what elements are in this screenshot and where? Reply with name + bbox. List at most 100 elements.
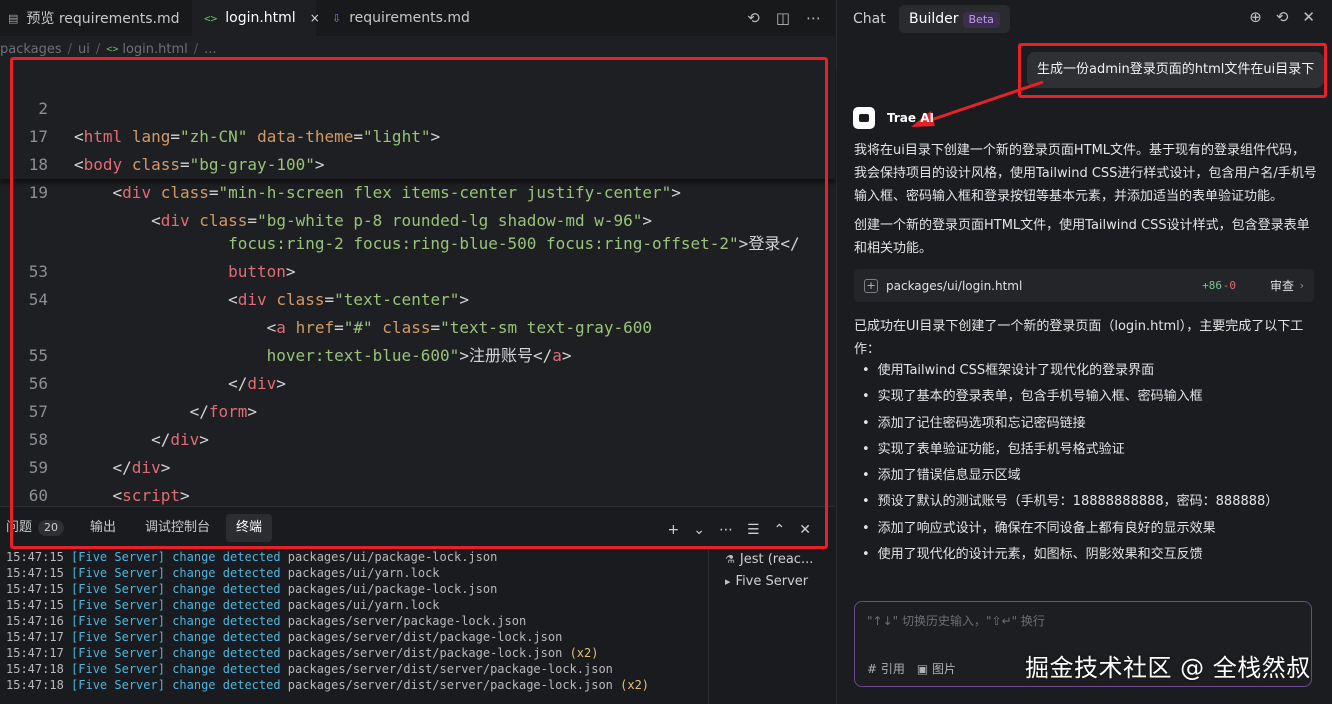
chat-input-placeholder: "↑↓" 切换历史输入，"⇧↵" 换行 xyxy=(867,614,1045,628)
history-icon[interactable]: ⟲ xyxy=(1276,8,1289,26)
tab-requirements-md[interactable]: ⇩ requirements.md xyxy=(332,0,470,36)
terminal-item-five-server[interactable]: ▸ Five Server xyxy=(725,571,835,593)
list-item: 添加了响应式设计，确保在不同设备上都有良好的显示效果 xyxy=(862,516,1322,542)
close-icon[interactable]: × xyxy=(310,11,320,25)
sticky-scroll: 2 <html lang="zh-CN" data-theme="light">… xyxy=(0,67,835,230)
list-item: 添加了错误信息显示区域 xyxy=(862,463,1322,489)
terminal-line: 15:47:15 [Five Server] change detected p… xyxy=(6,598,440,612)
html-icon: <> xyxy=(204,11,218,25)
list-item: 预设了默认的测试账号（手机号：18888888888，密码：888888） xyxy=(862,489,1322,515)
html-icon: <> xyxy=(106,43,119,55)
tab-preview-requirements[interactable]: ▤ 预览 requirements.md xyxy=(8,0,180,36)
breadcrumb-item[interactable]: ui xyxy=(78,42,90,57)
breadcrumb: packages / ui / <> login.html / ... xyxy=(0,41,217,57)
tab-output[interactable]: 输出 xyxy=(90,514,116,542)
watermark: 掘金技术社区 @ 全栈然叔 xyxy=(1025,654,1311,682)
terminal-line: 15:47:15 [Five Server] change detected p… xyxy=(6,550,498,564)
terminal-item-jest[interactable]: ⚗ Jest (reac... xyxy=(725,549,835,571)
code-line: 2 <html lang="zh-CN" data-theme="light"> xyxy=(38,99,441,146)
code-line: 55 </div> xyxy=(28,346,286,393)
terminal-output[interactable]: 15:47:15 [Five Server] change detected p… xyxy=(6,549,706,693)
markdown-icon: ⇩ xyxy=(332,11,342,25)
summary-list: 使用Tailwind CSS框架设计了现代化的登录界面 实现了基本的登录表单，包… xyxy=(862,358,1322,568)
file-icon: ▤ xyxy=(8,11,19,25)
ai-avatar xyxy=(853,107,875,129)
add-terminal-icon[interactable]: + xyxy=(668,522,680,538)
terminal-line: 15:47:15 [Five Server] change detected p… xyxy=(6,582,498,596)
code-line: 17 <body class="bg-gray-100"> xyxy=(28,127,325,174)
terminal-list: ⚗ Jest (reac... ▸ Five Server xyxy=(708,549,835,704)
bottom-panel: 问题 20 输出 调试控制台 终端 + ⌄ ⋯ ☰ ⌃ ✕ 15:47:15 [F… xyxy=(0,506,835,704)
terminal-icon: ▸ xyxy=(725,575,731,588)
maximize-icon[interactable]: ⌃ xyxy=(774,522,786,538)
list-item: 添加了记住密码选项和忘记密码链接 xyxy=(862,411,1322,437)
more-icon[interactable]: ⋯ xyxy=(806,9,821,27)
ai-paragraph: 我将在ui目录下创建一个新的登录页面HTML文件。基于现有的登录组件代码，我会保… xyxy=(854,143,1317,204)
tab-login-html[interactable]: <> login.html × xyxy=(192,0,320,36)
terminal-line: 15:47:18 [Five Server] change detected p… xyxy=(6,678,650,692)
more-icon[interactable]: ⋯ xyxy=(719,522,733,538)
editor-tab-bar: ▤ 预览 requirements.md <> login.html × ⇩ r… xyxy=(0,0,835,36)
close-icon[interactable]: ✕ xyxy=(1302,8,1315,26)
code-line: 54 <a href="#" class="text-sm text-gray-… xyxy=(28,290,653,337)
list-item: 实现了表单验证功能，包括手机号格式验证 xyxy=(862,437,1322,463)
tab-terminal[interactable]: 终端 xyxy=(226,514,273,542)
terminal-line: 15:47:17 [Five Server] change detected p… xyxy=(6,630,563,644)
new-chat-icon[interactable]: ⊕ xyxy=(1249,8,1262,26)
code-line: 58 </div> xyxy=(28,430,171,477)
list-item: 实现了基本的登录表单，包含手机号输入框、密码输入框 xyxy=(862,384,1322,410)
ai-header: Trae AI xyxy=(853,106,934,130)
cite-button[interactable]: # 引用 xyxy=(867,660,905,677)
chevron-right-icon: › xyxy=(1299,279,1304,292)
tab-chat[interactable]: Chat xyxy=(853,5,886,33)
terminal-line: 15:47:18 [Five Server] change detected p… xyxy=(6,662,613,676)
lines-deleted: -0 xyxy=(1222,279,1236,292)
ai-name: Trae AI xyxy=(887,111,934,125)
list-item: 使用了现代化的设计元素，如图标、阴影效果和交互反馈 xyxy=(862,542,1322,568)
tab-debug-console[interactable]: 调试控制台 xyxy=(145,514,210,542)
lines-added: +86 xyxy=(1202,279,1222,292)
user-message: 生成一份admin登录页面的html文件在ui目录下 xyxy=(1027,52,1325,88)
tab-builder[interactable]: Builder Beta xyxy=(899,5,1010,33)
code-line: 57 </div> xyxy=(28,402,209,449)
code-editor[interactable]: — 2 <html lang="zh-CN" data-theme="light… xyxy=(0,60,835,533)
code-line: 56 </form> xyxy=(28,374,258,421)
chevron-down-icon[interactable]: ⌄ xyxy=(693,522,705,538)
input-tools: # 引用 ▣ 图片 xyxy=(867,660,956,677)
chat-actions: ⊕ ⟲ ✕ xyxy=(1249,8,1315,26)
split-editor-icon[interactable]: ◫ xyxy=(776,9,790,27)
problem-count-badge: 20 xyxy=(38,520,65,536)
settings-icon[interactable]: ☰ xyxy=(747,522,760,538)
terminal-line: 15:47:17 [Five Server] change detected p… xyxy=(6,646,599,660)
panel-actions: + ⌄ ⋯ ☰ ⌃ ✕ xyxy=(668,517,812,543)
terminal-line: 15:47:16 [Five Server] change detected p… xyxy=(6,614,527,628)
panel-tabs: 问题 20 输出 调试控制台 终端 + ⌄ ⋯ ☰ ⌃ ✕ xyxy=(0,511,835,543)
file-path: packages/ui/login.html xyxy=(886,278,1023,293)
breadcrumb-item[interactable]: ... xyxy=(204,42,216,57)
beta-badge: Beta xyxy=(962,12,1000,28)
image-button[interactable]: ▣ 图片 xyxy=(917,660,956,677)
code-line: hover:text-blue-600">注册账号</a> xyxy=(266,346,572,365)
flask-icon: ⚗ xyxy=(725,553,735,566)
close-icon[interactable]: ✕ xyxy=(799,522,811,538)
breadcrumb-item[interactable]: packages xyxy=(0,42,62,57)
code-line: 18 <div class="min-h-screen flex items-c… xyxy=(28,155,681,202)
chat-tabs: Chat Builder Beta ⊕ ⟲ ✕ xyxy=(837,0,1332,36)
image-icon: ▣ xyxy=(916,662,933,676)
ai-paragraph: 已成功在UI目录下创建了一个新的登录页面（login.html），主要完成了以下… xyxy=(854,319,1304,357)
tab-problems[interactable]: 问题 20 xyxy=(6,514,65,542)
editor-actions: ⟲ ◫ ⋯ xyxy=(747,0,821,36)
terminal-line: 15:47:15 [Five Server] change detected p… xyxy=(6,566,440,580)
expand-icon[interactable]: + xyxy=(864,278,878,293)
file-change-card[interactable]: + packages/ui/login.html +86 -0 审查 › xyxy=(854,269,1314,302)
code-line: 60 document.getElementById('loginForm').… xyxy=(28,486,758,533)
code-line: 19 <div class="bg-white p-8 rounded-lg s… xyxy=(28,183,653,230)
list-item: 使用Tailwind CSS框架设计了现代化的登录界面 xyxy=(862,358,1322,384)
editor-pane: ▤ 预览 requirements.md <> login.html × ⇩ r… xyxy=(0,0,835,704)
ai-paragraph: 创建一个新的登录页面HTML文件，使用Tailwind CSS设计样式，包含登录… xyxy=(854,218,1310,256)
breadcrumb-item[interactable]: login.html xyxy=(122,42,187,57)
history-icon[interactable]: ⟲ xyxy=(747,9,760,27)
code-line: 59 <script> xyxy=(28,458,190,505)
chat-pane: Chat Builder Beta ⊕ ⟲ ✕ 生成一份admin登录页面的htm… xyxy=(836,0,1332,704)
review-button[interactable]: 审查 xyxy=(1270,277,1294,294)
